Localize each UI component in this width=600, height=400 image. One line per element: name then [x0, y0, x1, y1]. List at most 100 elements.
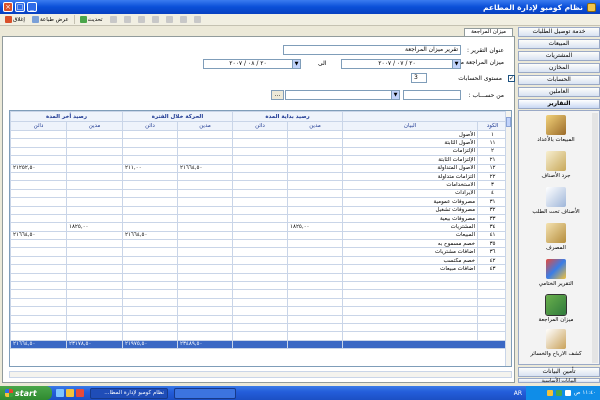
- window-title: نظام كومبو لإدارة المطاعم: [482, 2, 583, 12]
- tile-final-report[interactable]: التقرير الختامي: [521, 259, 591, 299]
- opening-credit-cell: [232, 180, 289, 190]
- empty-cell: [177, 281, 234, 291]
- nav-scrollbar[interactable]: [592, 113, 598, 363]
- table-row[interactable]: ٤٣ اضافات مبيعات: [10, 264, 509, 274]
- tray-icon[interactable]: [555, 390, 562, 396]
- table-row[interactable]: ٣٦ اضافات مشتريات: [10, 247, 509, 257]
- nav-accounts[interactable]: الحسابات: [518, 75, 600, 85]
- disabled-icon: [151, 16, 159, 23]
- scrollbar-thumb[interactable]: [506, 117, 511, 127]
- tray-icon[interactable]: [546, 390, 553, 396]
- clock[interactable]: ١١:٤٠ ص: [574, 390, 596, 396]
- code-cell: ٣: [477, 180, 509, 190]
- date-from-picker[interactable]: ▼ ٢٠ / ٠٧ / ٢٠٠٧: [341, 59, 461, 69]
- report-title-label: عنوان التقرير :: [466, 47, 504, 54]
- refresh-label: تحديث: [87, 16, 103, 23]
- taskbar-other-button[interactable]: [174, 387, 236, 399]
- empty-cell: [477, 322, 509, 333]
- tile-expenses[interactable]: المصرف: [521, 223, 591, 263]
- nav-stores[interactable]: المخازن: [518, 63, 600, 73]
- debit-header[interactable]: مدين: [66, 121, 124, 131]
- start-button[interactable]: start: [0, 386, 52, 400]
- period-debit-cell: [177, 264, 234, 274]
- tile-inventory-count[interactable]: جرد الأصناف: [521, 151, 591, 191]
- period-credit-cell: [122, 155, 179, 165]
- toolbar-disabled-5[interactable]: [164, 15, 175, 25]
- credit-header[interactable]: دائن: [10, 121, 68, 131]
- toolbar-disabled-7[interactable]: [192, 15, 203, 25]
- toolbar-disabled-6[interactable]: [178, 15, 189, 25]
- nav-purchases[interactable]: المشتريات: [518, 51, 600, 61]
- print-preview-button[interactable]: عرض طباعة: [30, 15, 71, 25]
- toolbar-disabled-3[interactable]: [136, 15, 147, 25]
- table-row[interactable]: ١٢ الأصول المتداولة ٢١٦٦٤,٥٠ ٢١١,٠٠ ٢١٢٥٢,٥٠: [10, 163, 509, 173]
- tile-items-on-order[interactable]: الأصناف تحت الطلب: [521, 187, 591, 227]
- opening-credit-cell: [232, 188, 289, 199]
- debit-header[interactable]: مدين: [177, 121, 234, 131]
- table-row[interactable]: ٣٢ مصروفات تشغيل: [10, 205, 509, 215]
- tile-caption: الأصناف تحت الطلب: [532, 209, 580, 215]
- report-title-input[interactable]: تقرير ميزان المراجعة: [283, 45, 461, 55]
- quick-launch-icon[interactable]: [66, 389, 74, 397]
- grid-scrollbar[interactable]: [505, 111, 511, 366]
- table-row[interactable]: ١١ الأصول الثابتة: [10, 138, 509, 148]
- period-debit-cell: [177, 213, 234, 224]
- code-header[interactable]: الكود: [477, 121, 509, 131]
- table-row[interactable]: ٤٢ خصم مكتسب: [10, 255, 509, 266]
- table-row[interactable]: ٣٥ خصم مسموح به: [10, 239, 509, 249]
- credit-header[interactable]: دائن: [122, 121, 179, 131]
- table-row[interactable]: ٣٤ المشتريات ١٨٢٥,٠٠ ١٨٢٥,٠٠: [10, 222, 509, 232]
- language-indicator[interactable]: AR: [514, 390, 522, 397]
- table-row[interactable]: ٤١ المبيعات ٢١٦٦٤,٥٠ ٢١٦٦٤,٥٠: [10, 230, 509, 241]
- table-row[interactable]: ٣٣ مصروفات بيعية: [10, 213, 509, 224]
- period-debit-cell: ٢١٦٦٤,٥٠: [177, 163, 234, 173]
- from-account-select[interactable]: ▼: [285, 90, 400, 100]
- account-level-stepper[interactable]: 3: [411, 73, 427, 83]
- table-row[interactable]: ٢١ الإلتزامات الثابتة: [10, 155, 509, 165]
- table-row[interactable]: ٢ الإلتزامات: [10, 146, 509, 157]
- close-window-button[interactable]: ×: [3, 2, 13, 12]
- debit-header[interactable]: مدين: [287, 121, 344, 131]
- quick-launch-icon[interactable]: [76, 389, 84, 397]
- empty-cell: [342, 289, 479, 299]
- refresh-button[interactable]: تحديث: [78, 15, 105, 25]
- quick-launch-icon[interactable]: [56, 389, 64, 397]
- close-report-button[interactable]: إغلاق: [3, 15, 27, 25]
- browse-account-button[interactable]: ...: [271, 90, 284, 100]
- date-to-picker[interactable]: ▼ ٢٠ / ٠٨ / ٢٠٠٧: [203, 59, 301, 69]
- account-level-checkbox[interactable]: ✓: [508, 75, 515, 82]
- taskbar-app-button[interactable]: نظام كومبو لإدارة المطا...: [90, 387, 168, 399]
- maximize-button[interactable]: □: [15, 2, 25, 12]
- toolbar-disabled-1[interactable]: [108, 15, 119, 25]
- disabled-icon: [123, 16, 131, 23]
- nav-data-security[interactable]: تأمين البيانات: [518, 367, 600, 377]
- name-cell: اضافات مشتريات: [342, 247, 479, 257]
- nav-delivery-service[interactable]: خدمة توصيل الطلبات: [518, 27, 600, 37]
- volume-icon[interactable]: [564, 390, 571, 396]
- toolbar-disabled-2[interactable]: [122, 15, 133, 25]
- period-credit-cell: [122, 146, 179, 157]
- tab-trial-balance[interactable]: ميزان المراجعة: [464, 28, 513, 36]
- table-row[interactable]: ١ الأصول: [10, 129, 509, 140]
- minimize-button[interactable]: _: [27, 2, 37, 12]
- nav-reports[interactable]: التقارير: [518, 99, 600, 109]
- period-debit-cell: [177, 171, 234, 182]
- nav-sales[interactable]: المبيعات: [518, 39, 600, 49]
- empty-cell: [122, 289, 179, 299]
- period-credit-cell: [122, 222, 179, 232]
- period-movement-header: الحركة خلال الفترة: [122, 111, 234, 122]
- nav-employees[interactable]: العاملين: [518, 87, 600, 97]
- table-row[interactable]: ٤ الايرادات: [10, 188, 509, 199]
- money-icon: [546, 223, 566, 243]
- chevron-down-icon: ▼: [452, 60, 460, 68]
- horizontal-scrollbar[interactable]: [9, 371, 512, 378]
- table-row[interactable]: ٢٢ التزامات متداولة: [10, 171, 509, 182]
- credit-header[interactable]: دائن: [232, 121, 289, 131]
- toolbar-disabled-4[interactable]: [150, 15, 161, 25]
- table-row[interactable]: ٣ الاستخدامات: [10, 180, 509, 190]
- tile-sales-count[interactable]: المبيعات بالأعداد: [521, 115, 591, 155]
- tile-profit-loss[interactable]: كشف الارباح والخسائر: [521, 329, 591, 369]
- table-row[interactable]: ٣١ مصروفات عمومية: [10, 197, 509, 207]
- name-header[interactable]: البيان: [342, 121, 479, 131]
- from-account-code-input[interactable]: [403, 90, 461, 100]
